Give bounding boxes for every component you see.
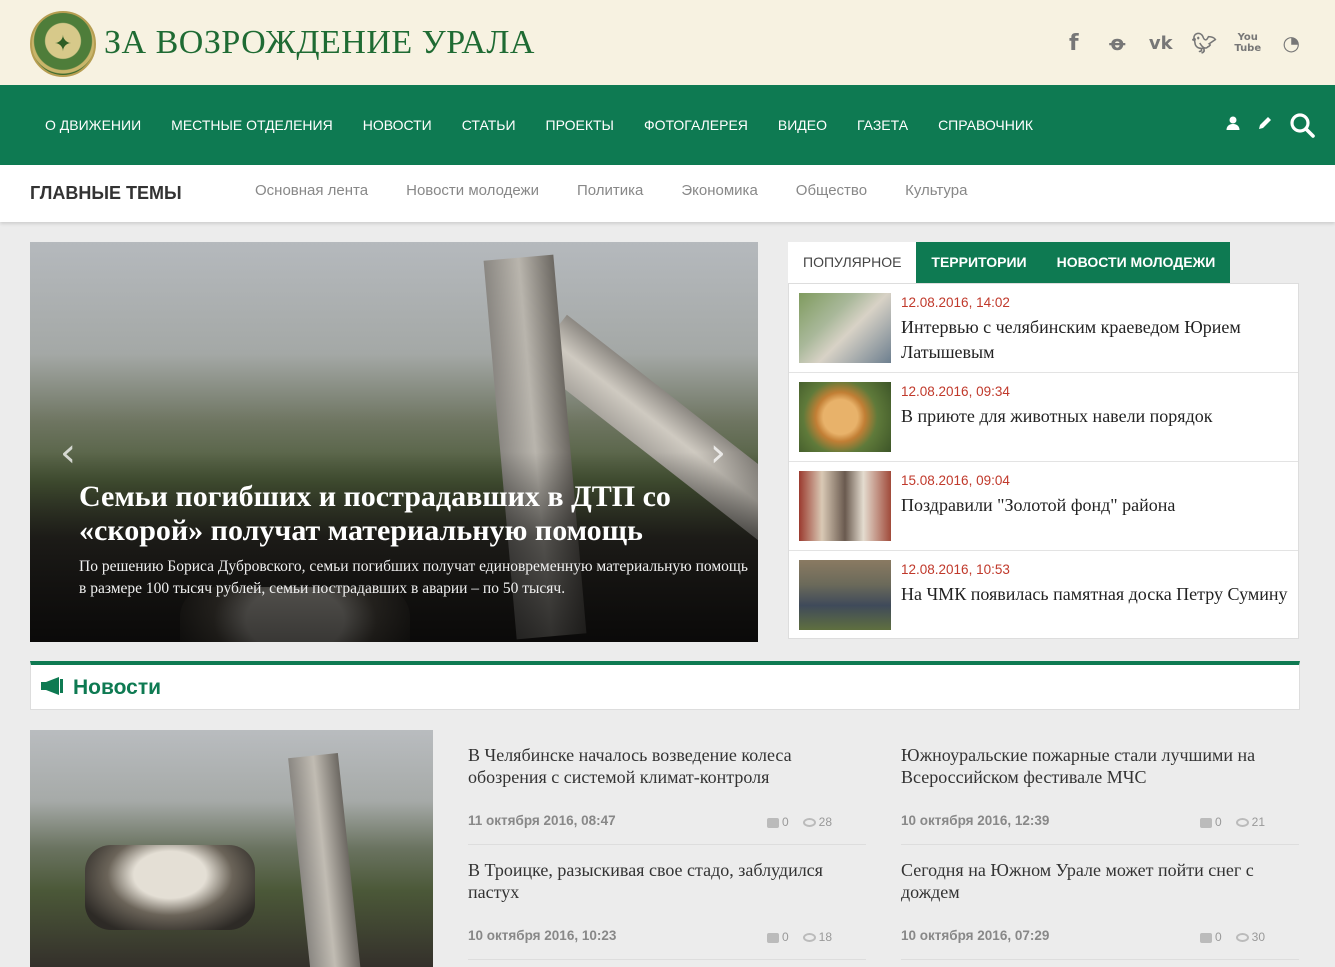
- nav-menu: О ДВИЖЕНИИ МЕСТНЫЕ ОТДЕЛЕНИЯ НОВОСТИ СТА…: [30, 85, 1048, 165]
- popular-thumb[interactable]: [799, 560, 891, 630]
- popular-date: 12.08.2016, 10:53: [901, 562, 1010, 577]
- topic-politics[interactable]: Политика: [558, 182, 662, 199]
- news-item-comments: 0: [1214, 815, 1222, 829]
- views-icon: [1235, 818, 1249, 828]
- popular-title[interactable]: Поздравили "Золотой фонд" района: [901, 493, 1291, 518]
- youtube-icon[interactable]: You Tube: [1226, 26, 1270, 60]
- popular-title[interactable]: Интервью с челябинским краеведом Юрием Л…: [901, 315, 1291, 365]
- logo-figures-icon: ✦: [53, 31, 73, 56]
- logo-emblem[interactable]: ✦: [30, 11, 96, 77]
- news-item-title[interactable]: В Челябинске началось возведение колеса …: [468, 744, 866, 788]
- news-item-views: 21: [1251, 815, 1265, 829]
- popular-item[interactable]: 12.08.2016, 09:34 В приюте для животных …: [789, 373, 1298, 462]
- nav-item-reference[interactable]: СПРАВОЧНИК: [923, 117, 1048, 133]
- site-title[interactable]: ЗА ВОЗРОЖДЕНИЕ УРАЛА: [104, 24, 535, 62]
- nav-tools: [1225, 85, 1315, 165]
- topic-culture[interactable]: Культура: [886, 182, 986, 199]
- search-icon[interactable]: [1289, 112, 1315, 138]
- slider-lead: По решению Бориса Дубровского, семьи пог…: [79, 558, 748, 597]
- slider-prev-icon[interactable]: ‹: [60, 430, 76, 476]
- news-item-date: 10 октября 2016, 10:23: [468, 928, 617, 943]
- news-item-views: 30: [1251, 930, 1265, 944]
- nav-item-news[interactable]: НОВОСТИ: [348, 117, 447, 133]
- news-section-title[interactable]: Новости: [73, 676, 161, 700]
- nav-item-about[interactable]: О ДВИЖЕНИИ: [30, 117, 156, 133]
- tab-popular[interactable]: ПОПУЛЯРНОЕ: [788, 242, 917, 283]
- news-item-comments: 0: [781, 930, 789, 944]
- nav-item-newspaper[interactable]: ГАЗЕТА: [842, 117, 923, 133]
- news-item-comments: 0: [1214, 930, 1222, 944]
- popular-date: 12.08.2016, 14:02: [901, 295, 1010, 310]
- topics-bar: ГЛАВНЫЕ ТЕМЫ Основная лента Новости моло…: [0, 165, 1335, 222]
- news-item-comments: 0: [781, 815, 789, 829]
- news-item[interactable]: Южноуральские пожарные стали лучшими на …: [901, 730, 1299, 845]
- news-item-title[interactable]: Сегодня на Южном Урале может пойти снег …: [901, 859, 1299, 903]
- pencil-icon[interactable]: [1257, 115, 1273, 136]
- news-item-views: 28: [818, 815, 832, 829]
- nav-item-projects[interactable]: ПРОЕКТЫ: [531, 117, 629, 133]
- popular-item[interactable]: 15.08.2016, 09:04 Поздравили "Золотой фо…: [789, 462, 1298, 551]
- comment-icon: [1199, 932, 1212, 943]
- tab-youth-news[interactable]: НОВОСТИ МОЛОДЕЖИ: [1041, 242, 1231, 283]
- nav-item-photogallery[interactable]: ФОТОГАЛЕРЕЯ: [629, 117, 763, 133]
- topic-main-feed[interactable]: Основная лента: [236, 182, 387, 199]
- news-lead-image[interactable]: [30, 730, 433, 967]
- news-photo-detail: [85, 845, 255, 930]
- topic-youth-news[interactable]: Новости молодежи: [387, 182, 558, 199]
- popular-date: 15.08.2016, 09:04: [901, 473, 1010, 488]
- megaphone-icon: [39, 676, 65, 701]
- news-section-header: Новости: [30, 661, 1300, 710]
- news-item-title[interactable]: Южноуральские пожарные стали лучшими на …: [901, 744, 1299, 788]
- news-item[interactable]: В Троицке, разыскивая свое стадо, заблуд…: [468, 845, 866, 960]
- popular-title[interactable]: На ЧМК появилась памятная доска Петру Су…: [901, 582, 1291, 607]
- slider-headline[interactable]: Семьи погибших и пострадавших в ДТП со «…: [79, 480, 749, 548]
- topics-title: ГЛАВНЫЕ ТЕМЫ: [30, 183, 182, 203]
- news-item[interactable]: Сегодня на Южном Урале может пойти снег …: [901, 845, 1299, 960]
- news-item-title[interactable]: В Троицке, разыскивая свое стадо, заблуд…: [468, 859, 866, 903]
- nav-item-branches[interactable]: МЕСТНЫЕ ОТДЕЛЕНИЯ: [156, 117, 348, 133]
- popular-thumb[interactable]: [799, 471, 891, 541]
- social-links: f ꝋ vk 🐦︎ You Tube ◔: [1052, 26, 1313, 60]
- popular-item[interactable]: 12.08.2016, 14:02 Интервью с челябинским…: [789, 284, 1298, 373]
- views-icon: [1235, 933, 1249, 943]
- comment-icon: [766, 817, 779, 828]
- news-item-stats: 0 21: [1199, 815, 1265, 829]
- news-item[interactable]: В Челябинске началось возведение колеса …: [468, 730, 866, 845]
- popular-thumb[interactable]: [799, 293, 891, 363]
- twitter-icon[interactable]: 🐦︎: [1183, 26, 1227, 60]
- popular-date: 12.08.2016, 09:34: [901, 384, 1010, 399]
- news-item-views: 18: [818, 930, 832, 944]
- odnoklassniki-icon[interactable]: ꝋ: [1096, 26, 1140, 60]
- site-header: ✦ ЗА ВОЗРОЖДЕНИЕ УРАЛА f ꝋ vk 🐦︎ You Tube…: [0, 0, 1335, 85]
- user-icon[interactable]: [1225, 115, 1241, 136]
- nav-item-video[interactable]: ВИДЕО: [763, 117, 842, 133]
- news-item-stats: 0 28: [766, 815, 832, 829]
- sidebar-tabs: ПОПУЛЯРНОЕ ТЕРРИТОРИИ НОВОСТИ МОЛОДЕЖИ: [788, 242, 1231, 283]
- news-item-stats: 0 30: [1199, 930, 1265, 944]
- main-nav: О ДВИЖЕНИИ МЕСТНЫЕ ОТДЕЛЕНИЯ НОВОСТИ СТА…: [0, 85, 1335, 165]
- topic-society[interactable]: Общество: [777, 182, 886, 199]
- popular-item[interactable]: 12.08.2016, 10:53 На ЧМК появилась памят…: [789, 551, 1298, 640]
- news-photo-detail: [288, 753, 362, 967]
- facebook-icon[interactable]: f: [1052, 26, 1096, 60]
- news-item-date: 11 октября 2016, 08:47: [468, 813, 616, 828]
- popular-thumb[interactable]: [799, 382, 891, 452]
- vk-icon[interactable]: vk: [1139, 26, 1183, 60]
- news-item-date: 10 октября 2016, 07:29: [901, 928, 1050, 943]
- popular-title[interactable]: В приюте для животных навели порядок: [901, 404, 1291, 429]
- nav-item-articles[interactable]: СТАТЬИ: [447, 117, 531, 133]
- topic-economy[interactable]: Экономика: [662, 182, 776, 199]
- comment-icon: [1199, 817, 1212, 828]
- news-item-date: 10 октября 2016, 12:39: [901, 813, 1050, 828]
- topics-list: Основная лента Новости молодежи Политика…: [236, 182, 986, 199]
- featured-slider[interactable]: ‹ › Семьи погибших и пострадавших в ДТП …: [30, 242, 758, 642]
- slider-next-icon[interactable]: ›: [710, 430, 726, 476]
- popular-list: 12.08.2016, 14:02 Интервью с челябинским…: [788, 283, 1299, 639]
- comment-icon: [766, 932, 779, 943]
- rss-icon[interactable]: ◔: [1270, 26, 1314, 60]
- news-item-stats: 0 18: [766, 930, 832, 944]
- tab-territories[interactable]: ТЕРРИТОРИИ: [916, 242, 1042, 283]
- views-icon: [802, 818, 816, 828]
- views-icon: [802, 933, 816, 943]
